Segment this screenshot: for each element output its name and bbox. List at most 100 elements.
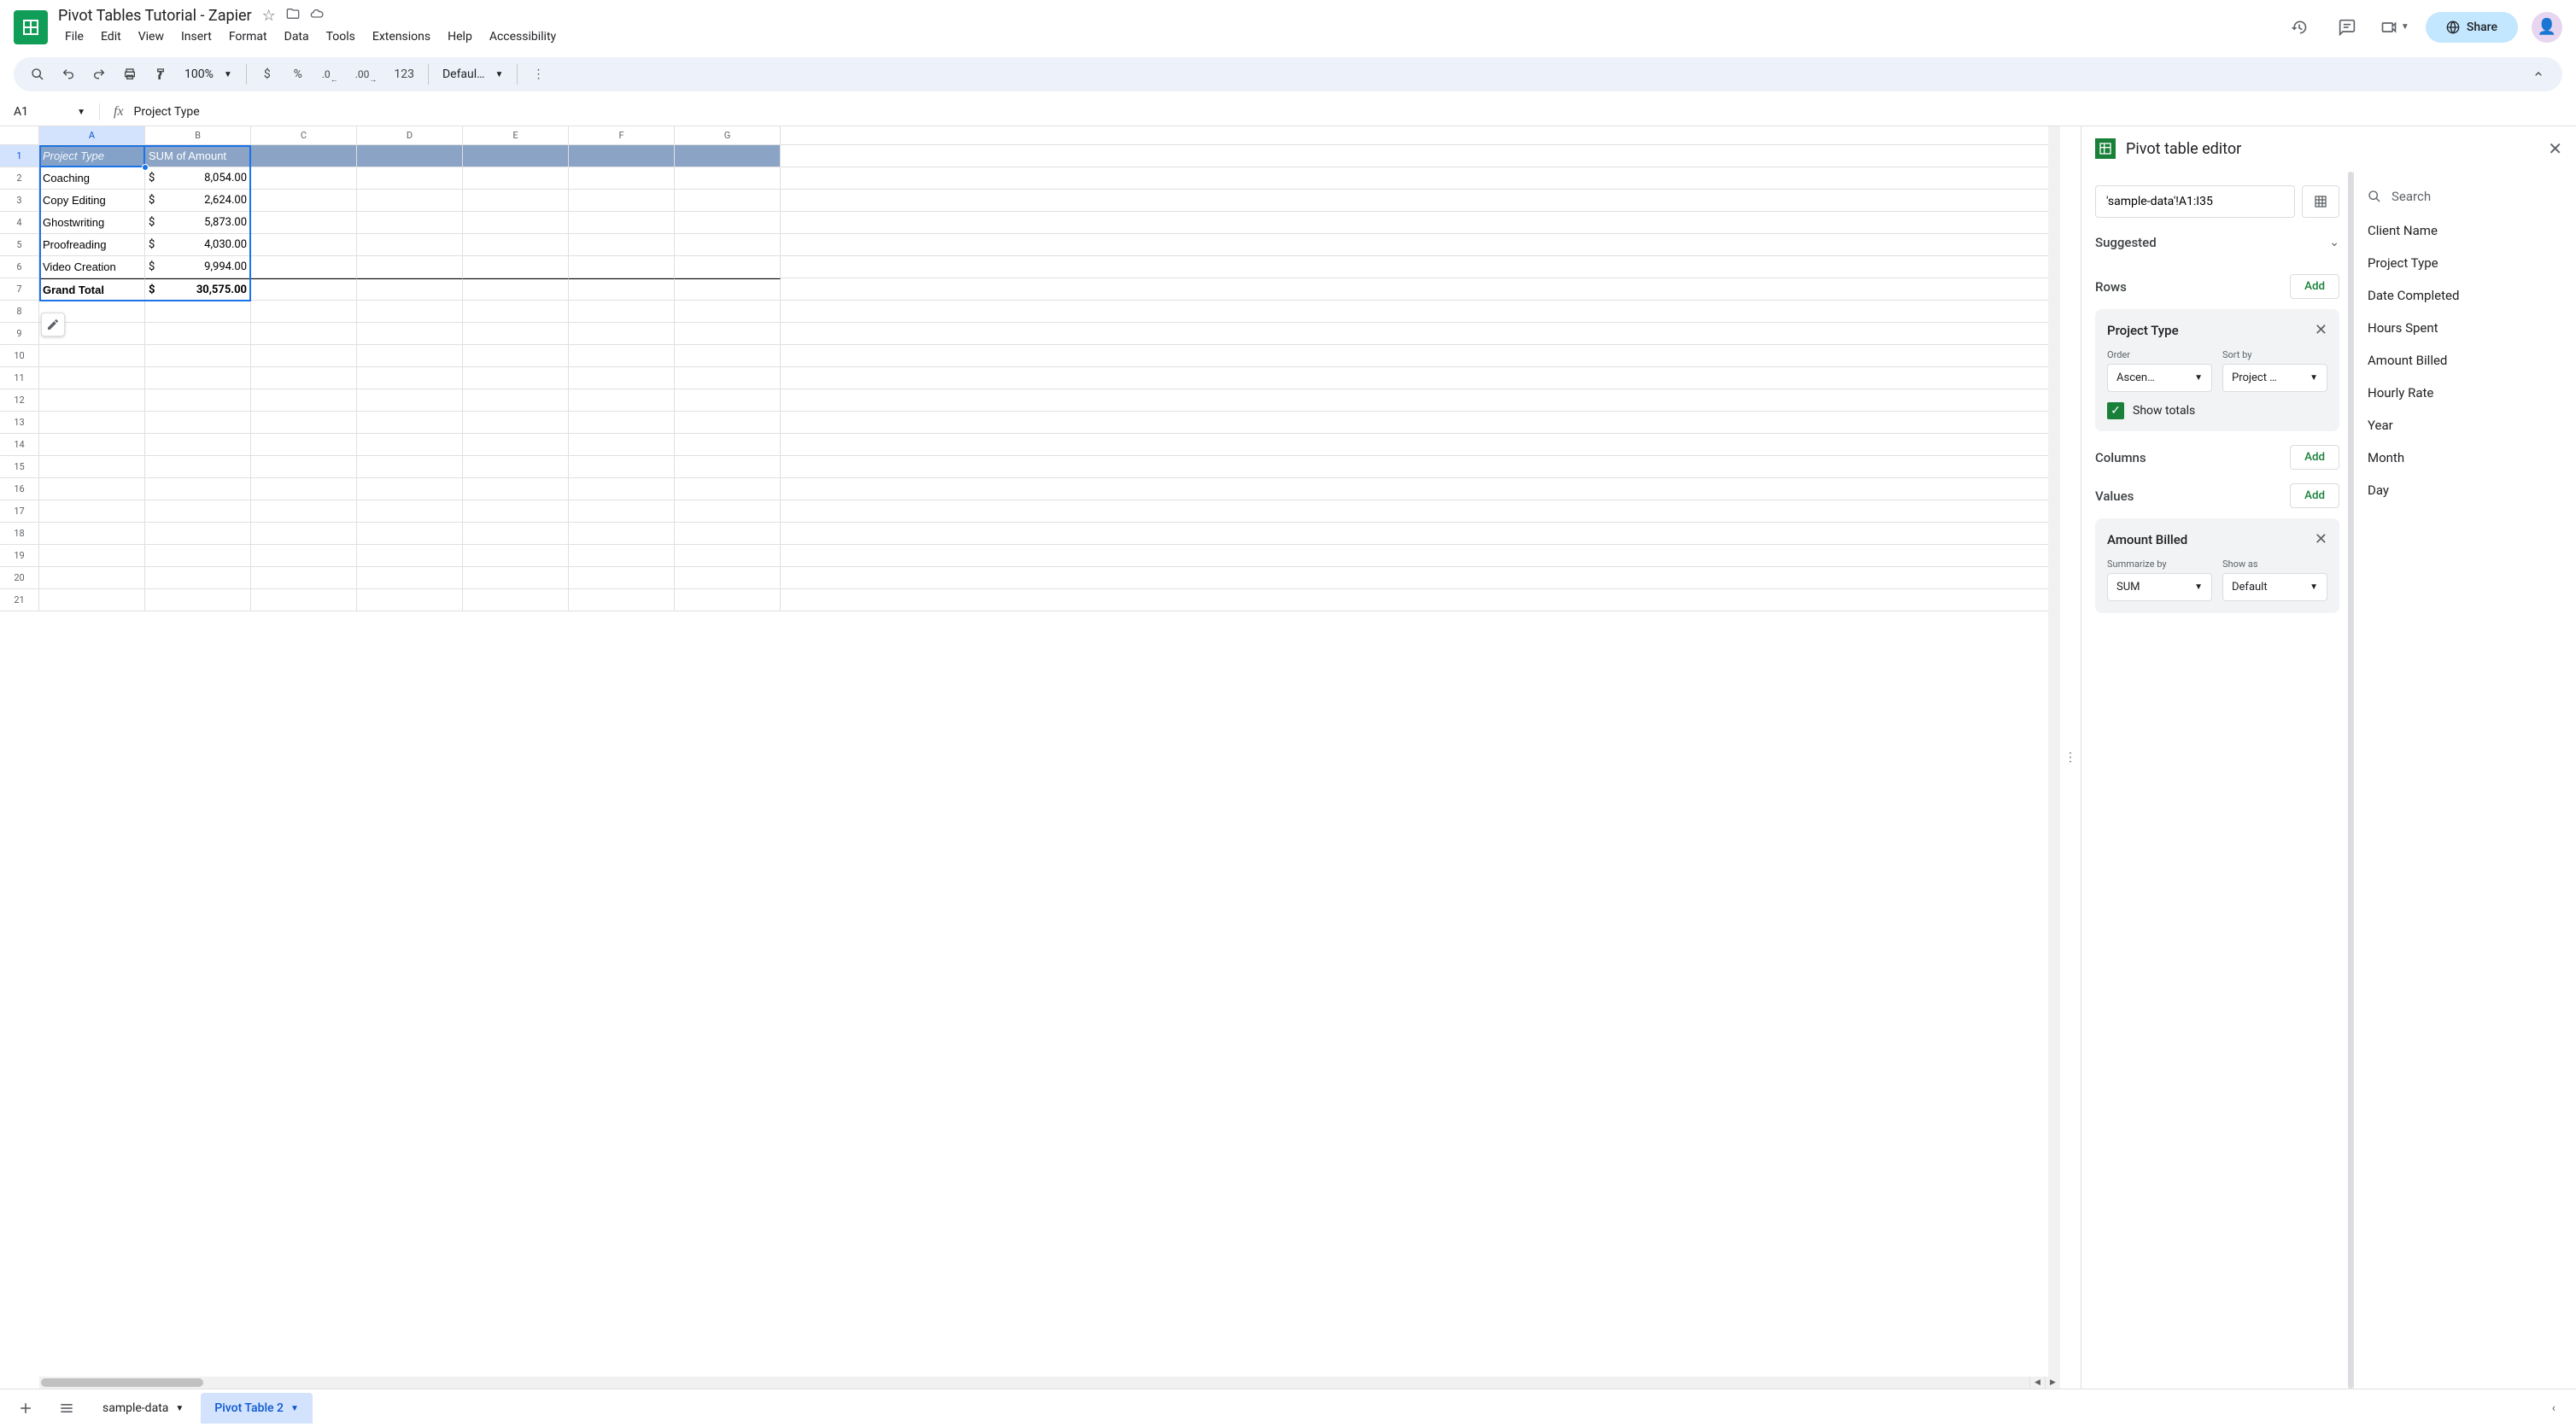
vertical-scrollbar[interactable] (2048, 126, 2060, 1377)
cell[interactable] (357, 301, 463, 322)
suggested-section[interactable]: Suggested ⌄ (2095, 235, 2339, 260)
cell[interactable] (569, 234, 675, 255)
cell[interactable] (251, 301, 357, 322)
cell[interactable] (569, 456, 675, 477)
cell[interactable] (463, 478, 569, 500)
tab-menu-icon[interactable]: ▼ (290, 1404, 299, 1413)
col-header-f[interactable]: F (569, 126, 675, 144)
cell[interactable] (463, 523, 569, 544)
summarize-dropdown[interactable]: SUM▼ (2107, 573, 2212, 601)
menu-extensions[interactable]: Extensions (366, 26, 437, 47)
cell[interactable] (675, 545, 781, 566)
field-year[interactable]: Year (2354, 409, 2576, 442)
field-month[interactable]: Month (2354, 442, 2576, 474)
cell[interactable] (251, 145, 357, 167)
cell[interactable] (145, 523, 251, 544)
cell-a1[interactable]: Project Type (39, 145, 145, 167)
cell[interactable] (569, 256, 675, 278)
cell[interactable] (251, 434, 357, 455)
cell[interactable] (569, 567, 675, 588)
cell[interactable] (357, 167, 463, 189)
cell[interactable] (569, 545, 675, 566)
redo-icon[interactable] (85, 61, 113, 88)
cell[interactable] (251, 190, 357, 211)
cell[interactable] (357, 434, 463, 455)
cell[interactable] (463, 456, 569, 477)
cell[interactable] (463, 567, 569, 588)
cell[interactable] (569, 278, 675, 300)
cell-b7[interactable]: $30,575.00 (145, 278, 251, 300)
cell[interactable] (569, 478, 675, 500)
cell[interactable] (675, 167, 781, 189)
row-header-5[interactable]: 5 (0, 234, 39, 255)
cell[interactable] (251, 256, 357, 278)
cell[interactable] (675, 478, 781, 500)
cell[interactable] (463, 212, 569, 233)
cell-b2[interactable]: $8,054.00 (145, 167, 251, 189)
cell[interactable] (357, 589, 463, 611)
cell[interactable] (39, 567, 145, 588)
cell[interactable] (357, 278, 463, 300)
cell[interactable] (145, 589, 251, 611)
cell[interactable] (463, 234, 569, 255)
col-header-c[interactable]: C (251, 126, 357, 144)
menu-insert[interactable]: Insert (174, 26, 219, 47)
cell[interactable] (569, 212, 675, 233)
cell[interactable] (145, 478, 251, 500)
remove-values-config-icon[interactable]: ✕ (2315, 530, 2327, 548)
row-header[interactable]: 16 (0, 478, 39, 500)
cell[interactable] (357, 345, 463, 366)
horizontal-scrollbar[interactable] (39, 1377, 2045, 1389)
field-date-completed[interactable]: Date Completed (2354, 279, 2576, 312)
row-header[interactable]: 11 (0, 367, 39, 389)
increase-decimal-icon[interactable]: .00→ (348, 61, 384, 88)
cell[interactable] (569, 589, 675, 611)
row-header[interactable]: 20 (0, 567, 39, 588)
row-header[interactable]: 12 (0, 389, 39, 411)
cell[interactable] (251, 167, 357, 189)
cell[interactable] (569, 389, 675, 411)
show-totals-checkbox[interactable]: ✓ (2107, 402, 2124, 419)
cell[interactable] (675, 278, 781, 300)
meet-button[interactable]: ▼ (2378, 10, 2412, 44)
cell-b5[interactable]: $4,030.00 (145, 234, 251, 255)
cell[interactable] (251, 234, 357, 255)
cell[interactable] (145, 456, 251, 477)
row-header[interactable]: 18 (0, 523, 39, 544)
field-day[interactable]: Day (2354, 474, 2576, 506)
sortby-dropdown[interactable]: Project …▼ (2222, 364, 2327, 392)
cell[interactable] (675, 434, 781, 455)
move-icon[interactable] (286, 7, 300, 25)
order-dropdown[interactable]: Ascen…▼ (2107, 364, 2212, 392)
cell[interactable] (463, 500, 569, 522)
cell[interactable] (463, 301, 569, 322)
cell[interactable] (39, 367, 145, 389)
tab-menu-icon[interactable]: ▼ (175, 1404, 184, 1413)
add-rows-button[interactable]: Add (2290, 274, 2339, 299)
cell[interactable] (463, 323, 569, 344)
cell[interactable] (675, 412, 781, 433)
cell[interactable] (39, 589, 145, 611)
cell[interactable] (569, 167, 675, 189)
cell[interactable] (39, 456, 145, 477)
row-header-7[interactable]: 7 (0, 278, 39, 300)
cell[interactable] (357, 389, 463, 411)
cloud-status-icon[interactable] (310, 7, 324, 25)
cell-a2[interactable]: Coaching (39, 167, 145, 189)
cell[interactable] (675, 500, 781, 522)
close-editor-icon[interactable]: ✕ (2548, 138, 2562, 159)
cell[interactable] (463, 434, 569, 455)
menu-edit[interactable]: Edit (94, 26, 128, 47)
cell[interactable] (251, 212, 357, 233)
cell-b1[interactable]: SUM of Amount (145, 145, 251, 167)
menu-view[interactable]: View (132, 26, 171, 47)
cell[interactable] (145, 434, 251, 455)
col-header-e[interactable]: E (463, 126, 569, 144)
cell[interactable] (675, 256, 781, 278)
showas-dropdown[interactable]: Default▼ (2222, 573, 2327, 601)
cell[interactable] (675, 456, 781, 477)
user-avatar[interactable]: 👤 (2532, 12, 2562, 43)
cell[interactable] (357, 500, 463, 522)
field-project-type[interactable]: Project Type (2354, 247, 2576, 279)
cell[interactable] (251, 323, 357, 344)
